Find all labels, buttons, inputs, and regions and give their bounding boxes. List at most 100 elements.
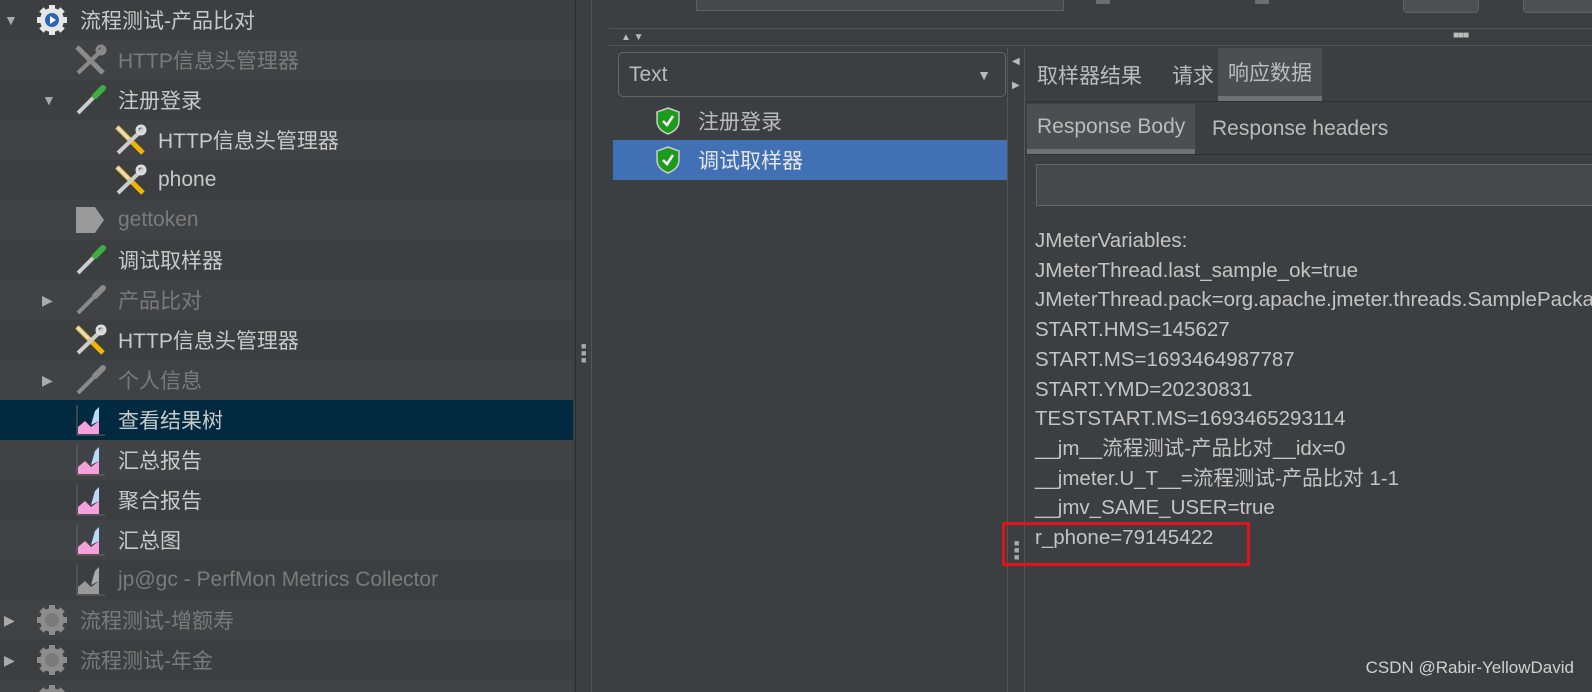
result-item[interactable]: 调试取样器 bbox=[613, 140, 1007, 180]
divider bbox=[609, 45, 1592, 46]
response-line: JMeterVariables: bbox=[1035, 229, 1188, 252]
listener-graph-icon bbox=[73, 403, 107, 437]
tree-node[interactable]: 汇总图 bbox=[0, 520, 573, 560]
listener-graph-icon bbox=[73, 483, 107, 517]
tab[interactable]: 响应数据 bbox=[1218, 48, 1322, 101]
tree-node[interactable]: ▶ 流程测试-增额寿 bbox=[0, 600, 573, 640]
listener-graph-icon bbox=[73, 563, 107, 597]
chevron-down-icon: ▼ bbox=[977, 67, 991, 83]
response-line: __jmv_SAME_USER=true bbox=[1035, 496, 1275, 520]
splitter-grip-icon[interactable]: ■■■ bbox=[1453, 30, 1469, 41]
tree-node[interactable]: HTTP信息头管理器 bbox=[0, 320, 573, 360]
tree-node[interactable]: ▼ 注册登录 bbox=[0, 80, 573, 120]
search-input[interactable] bbox=[1036, 164, 1592, 206]
divider bbox=[1025, 154, 1592, 155]
subtab[interactable]: Response headers bbox=[1202, 104, 1398, 154]
config-tools-icon bbox=[113, 123, 147, 157]
tree-node[interactable]: jp@gc - PerfMon Metrics Collector bbox=[0, 560, 573, 600]
arrow-right-icon[interactable]: ▶ bbox=[1012, 80, 1020, 91]
sampler-pipette-icon bbox=[73, 83, 107, 117]
sampler-pipette-icon bbox=[73, 283, 107, 317]
browse-button[interactable] bbox=[1403, 0, 1479, 13]
tree-node-label: gettoken bbox=[118, 208, 199, 231]
divider bbox=[609, 28, 1592, 29]
tree-node[interactable]: 汇总报告 bbox=[0, 440, 573, 480]
test-plan-tree[interactable]: ▼ 流程测试-产品比对 HTTP信息头管理器 ▼ 注册登录 HTTP信息头管理器 phone… bbox=[0, 0, 575, 692]
tree-node-label: 流程测试-年金 bbox=[80, 650, 213, 673]
tree-node-label: 个人信息 bbox=[118, 370, 202, 393]
tree-node-label: 查看结果树 bbox=[118, 410, 223, 433]
thread-group-gear-icon bbox=[35, 603, 69, 637]
renderer-select[interactable]: Text ▼ bbox=[618, 52, 1006, 97]
tree-node-label: 调试取样器 bbox=[118, 250, 223, 273]
tree-node[interactable]: ▶ 产品比对 bbox=[0, 280, 573, 320]
config-tools-icon bbox=[73, 43, 107, 77]
arrow-left-icon[interactable]: ◀ bbox=[1012, 56, 1020, 67]
splitter-grip-icon: ■ ■ ■ bbox=[581, 341, 587, 365]
tree-node-label: phone bbox=[158, 168, 217, 191]
tree-node-label: 汇总报告 bbox=[118, 450, 202, 473]
response-line: JMeterThread.pack=org.apache.jmeter.thre… bbox=[1035, 288, 1592, 312]
checkbox[interactable] bbox=[1096, 0, 1110, 4]
view-results-tree-panel: ▲ ▼ ■■■ Text ▼ 注册登录调试取样器 ◀ ▶ 取样器结果 请求 响应数据… bbox=[593, 0, 1592, 692]
toolbar-button[interactable] bbox=[1523, 0, 1592, 13]
subtab[interactable]: Response Body bbox=[1027, 104, 1196, 154]
thread-group-gear-icon bbox=[35, 3, 69, 37]
response-line: __jmeter.U_T__=流程测试-产品比对 1-1 bbox=[1035, 466, 1399, 490]
tree-node[interactable]: phone bbox=[0, 160, 573, 200]
tree-splitter[interactable]: ■ ■ ■ bbox=[575, 0, 592, 692]
tree-node-label: 聚合报告 bbox=[118, 490, 202, 513]
filename-input[interactable] bbox=[696, 0, 1064, 11]
chevron-down-icon[interactable]: ▼ bbox=[42, 93, 56, 107]
thread-group-gear-icon bbox=[35, 643, 69, 677]
watermark: CSDN @Rabir-YellowDavid bbox=[1365, 658, 1574, 677]
tree-node[interactable]: ▶ 流程测试-年金 bbox=[0, 640, 573, 680]
response-line: __jm__流程测试-产品比对__idx=0 bbox=[1035, 436, 1346, 460]
tree-node-label: 产品比对 bbox=[118, 290, 202, 313]
tree-node[interactable]: ▼ 流程测试-产品比对 bbox=[0, 0, 573, 40]
response-body-text[interactable]: JMeterVariables: JMeterThread.last_sample… bbox=[1035, 226, 1592, 553]
chevron-right-icon[interactable]: ▶ bbox=[4, 653, 18, 667]
chevron-down-icon[interactable]: ▼ bbox=[4, 13, 18, 27]
tree-node-label: HTTP信息头管理器 bbox=[158, 130, 339, 153]
tree-node[interactable]: gettoken bbox=[0, 200, 573, 240]
tree-node[interactable]: 调试取样器 bbox=[0, 240, 573, 280]
tree-node[interactable]: ▶ 个人信息 bbox=[0, 360, 573, 400]
tree-node-label: HTTP信息头管理器 bbox=[118, 330, 299, 353]
response-line: START.MS=1693464987787 bbox=[1035, 347, 1295, 371]
tree-node-label: HTTP信息头管理器 bbox=[118, 50, 299, 73]
tree-node-label: 流程测试-增额寿 bbox=[80, 610, 234, 633]
result-detail-panel: 取样器结果 请求 响应数据 Response Body Response header… bbox=[1025, 48, 1592, 692]
response-line: START.YMD=20230831 bbox=[1035, 377, 1253, 401]
chevron-right-icon[interactable]: ▶ bbox=[42, 373, 56, 387]
results-splitter[interactable]: ◀ ▶ bbox=[1007, 48, 1025, 692]
sampler-pipette-icon bbox=[73, 243, 107, 277]
tree-node-label: jp@gc - PerfMon Metrics Collector bbox=[118, 568, 439, 591]
listener-graph-icon bbox=[73, 523, 107, 557]
tab[interactable]: 请求 bbox=[1162, 48, 1224, 101]
tree-node-label: 注册登录 bbox=[118, 90, 202, 113]
checkbox[interactable] bbox=[1255, 0, 1269, 4]
thread-group-gear-icon bbox=[35, 683, 69, 692]
response-line: START.HMS=145627 bbox=[1035, 318, 1230, 342]
tree-node[interactable]: 聚合报告 bbox=[0, 480, 573, 520]
chevron-right-icon[interactable]: ▶ bbox=[4, 613, 18, 627]
result-item[interactable]: 注册登录 bbox=[613, 101, 1007, 141]
config-tools-icon bbox=[113, 163, 147, 197]
splitter-grip-icon[interactable]: ■■■ bbox=[1014, 539, 1019, 562]
tree-node[interactable]: HTTP信息头管理器 bbox=[0, 40, 573, 80]
highlight-box bbox=[1002, 522, 1250, 566]
chevron-right-icon[interactable]: ▶ bbox=[42, 293, 56, 307]
response-line: JMeterThread.last_sample_ok=true bbox=[1035, 258, 1359, 282]
tree-node[interactable]: ▶ bbox=[0, 680, 573, 692]
tree-node-label: 汇总图 bbox=[118, 530, 181, 553]
success-shield-icon bbox=[656, 107, 680, 135]
listener-graph-icon bbox=[73, 443, 107, 477]
tree-node[interactable]: HTTP信息头管理器 bbox=[0, 120, 573, 160]
response-line: TESTSTART.MS=1693465293114 bbox=[1035, 407, 1346, 431]
renderer-value: Text bbox=[629, 62, 668, 86]
tab[interactable]: 取样器结果 bbox=[1027, 48, 1152, 101]
result-label: 注册登录 bbox=[698, 111, 782, 134]
split-arrows-icon[interactable]: ▲ ▼ bbox=[621, 32, 644, 43]
tree-node[interactable]: 查看结果树 bbox=[0, 400, 573, 440]
